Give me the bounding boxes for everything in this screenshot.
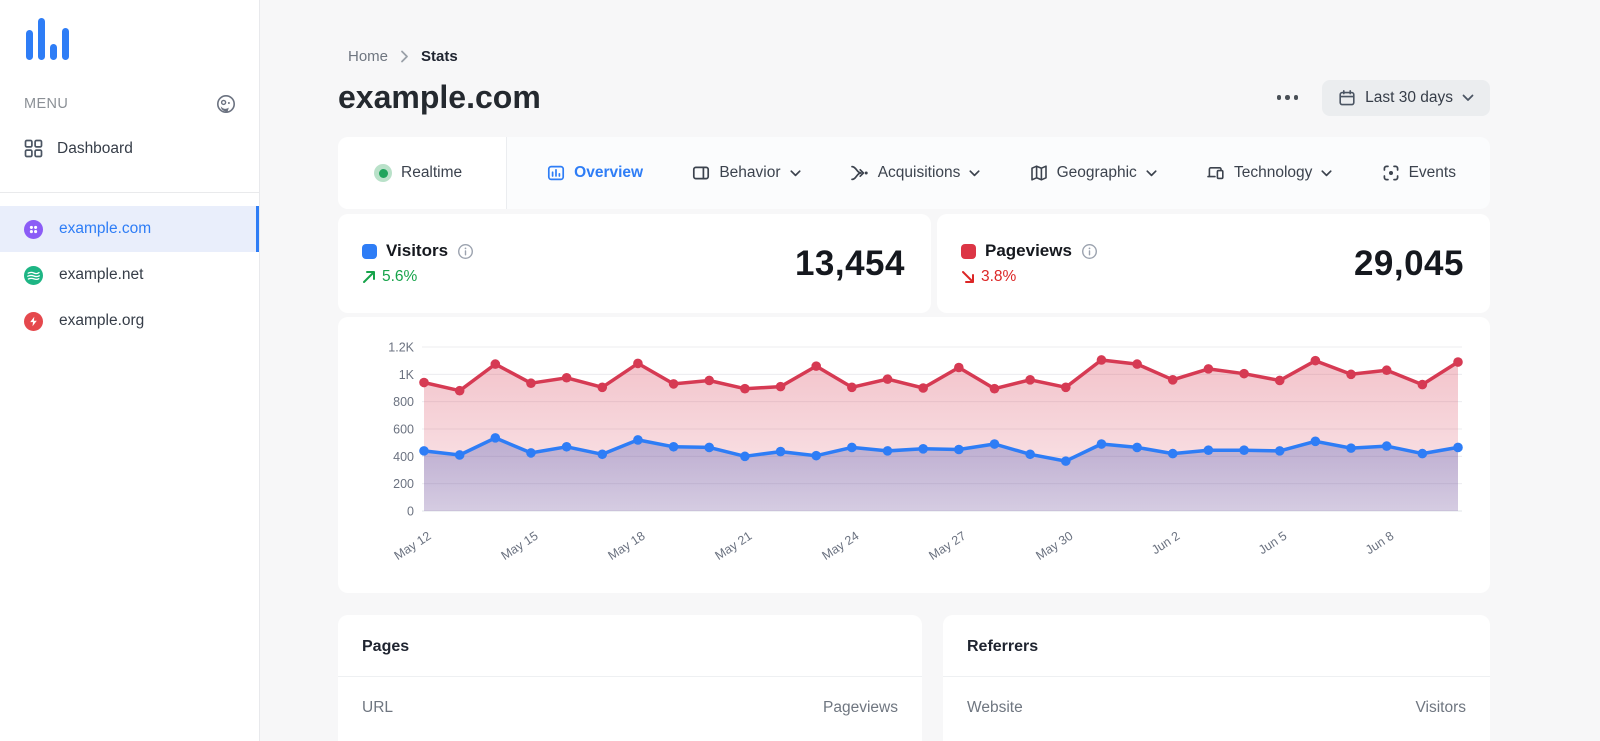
tab-label: Behavior: [719, 164, 780, 182]
tab-acquisitions[interactable]: Acquisitions: [850, 164, 981, 182]
sidebar: MENU: [0, 0, 260, 741]
svg-text:May 30: May 30: [1033, 529, 1075, 563]
svg-text:800: 800: [393, 395, 414, 409]
tab-overview[interactable]: Overview: [547, 164, 643, 182]
main-content: Home Stats example.com: [260, 0, 1600, 741]
visitors-change: 5.6%: [382, 268, 417, 286]
referrers-table-card: Referrers Website Visitors: [943, 615, 1490, 741]
svg-text:May 24: May 24: [819, 529, 861, 563]
sidebar-item-example-org[interactable]: example.org: [0, 298, 259, 344]
pages-table-card: Pages URL Pageviews: [338, 615, 922, 741]
trend-down-icon: [961, 270, 975, 284]
page-title: example.com: [338, 79, 541, 116]
chevron-down-icon: [790, 170, 801, 177]
referrers-col-website: Website: [967, 699, 1023, 717]
devices-icon: [1206, 164, 1225, 182]
tab-technology[interactable]: Technology: [1206, 164, 1332, 182]
svg-text:May 12: May 12: [392, 529, 434, 563]
date-range-label: Last 30 days: [1365, 89, 1453, 107]
map-icon: [1030, 164, 1048, 182]
app-logo: [0, 0, 259, 67]
sidebar-item-dashboard[interactable]: Dashboard: [0, 129, 259, 168]
tab-label: Realtime: [401, 164, 462, 182]
tab-behavior[interactable]: Behavior: [692, 164, 800, 182]
info-icon[interactable]: [457, 243, 474, 260]
svg-text:Jun 8: Jun 8: [1363, 529, 1396, 557]
pages-col-url: URL: [362, 699, 393, 717]
sidebar-item-label: Dashboard: [57, 140, 133, 158]
referrers-col-visitors: Visitors: [1415, 699, 1466, 717]
tab-label: Events: [1409, 164, 1456, 182]
svg-text:200: 200: [393, 477, 414, 491]
svg-text:600: 600: [393, 423, 414, 437]
svg-text:1.2K: 1.2K: [388, 341, 414, 355]
chevron-down-icon: [1321, 170, 1332, 177]
referrers-table-title: Referrers: [943, 615, 1490, 677]
more-options-button[interactable]: [1273, 87, 1303, 108]
bolt-badge-icon: [24, 312, 43, 331]
svg-text:0: 0: [407, 505, 414, 519]
pages-table-title: Pages: [338, 615, 922, 677]
visitors-value: 13,454: [795, 244, 905, 284]
grid-icon: [24, 139, 43, 158]
traffic-chart-card: 0 200 400 600 800 1K 1.2K May 12 May 15 May 18 May…: [338, 317, 1490, 593]
tab-label: Technology: [1234, 164, 1312, 182]
svg-text:May 15: May 15: [499, 529, 541, 563]
site-label: example.org: [59, 312, 144, 330]
svg-text:May 18: May 18: [606, 529, 648, 563]
calendar-icon: [1338, 89, 1356, 107]
tab-label: Acquisitions: [878, 164, 961, 182]
tab-events[interactable]: Events: [1382, 164, 1456, 182]
traffic-line-chart[interactable]: 0 200 400 600 800 1K 1.2K May 12 May 15 May 18 May…: [338, 317, 1490, 569]
visitors-label: Visitors: [386, 241, 448, 261]
scan-icon: [1382, 164, 1400, 182]
chevron-down-icon: [1146, 170, 1157, 177]
chevron-down-icon: [1462, 94, 1474, 102]
face-icon: [215, 93, 237, 115]
visitors-color-swatch: [362, 244, 377, 259]
svg-text:400: 400: [393, 450, 414, 464]
date-range-button[interactable]: Last 30 days: [1322, 80, 1490, 116]
svg-text:Jun 2: Jun 2: [1149, 529, 1182, 557]
sidebar-item-example-com[interactable]: example.com: [0, 206, 259, 252]
chevron-down-icon: [969, 170, 980, 177]
section-tabs: Realtime Overview: [338, 137, 1490, 209]
breadcrumb-current: Stats: [421, 48, 458, 65]
account-face-button[interactable]: [215, 93, 237, 115]
breadcrumb: Home Stats: [338, 48, 1490, 65]
bar-chart-icon: [547, 164, 565, 182]
sidebar-item-example-net[interactable]: example.net: [0, 252, 259, 298]
trend-up-icon: [362, 270, 376, 284]
bar-chart-logo-icon: [24, 16, 70, 62]
pageviews-label: Pageviews: [985, 241, 1072, 261]
clover-badge-icon: [24, 220, 43, 239]
waves-badge-icon: [24, 266, 43, 285]
svg-text:Jun 5: Jun 5: [1256, 529, 1289, 557]
site-label: example.net: [59, 266, 143, 284]
menu-heading: MENU: [24, 96, 68, 112]
chevron-right-icon: [400, 50, 409, 63]
pageviews-color-swatch: [961, 244, 976, 259]
app: MENU: [0, 0, 1600, 741]
tab-realtime[interactable]: Realtime: [338, 137, 507, 209]
info-icon[interactable]: [1081, 243, 1098, 260]
pages-col-pageviews: Pageviews: [823, 699, 898, 717]
breadcrumb-home-link[interactable]: Home: [348, 48, 388, 65]
realtime-pulse-icon: [374, 164, 392, 182]
pageviews-value: 29,045: [1354, 244, 1464, 284]
tab-geographic[interactable]: Geographic: [1030, 164, 1157, 182]
site-label: example.com: [59, 220, 151, 238]
svg-text:1K: 1K: [399, 368, 415, 382]
sidebar-sites-list: example.com example.net: [0, 192, 259, 344]
svg-text:May 27: May 27: [926, 529, 968, 563]
pageviews-change: 3.8%: [981, 268, 1016, 286]
visitors-stat-card: Visitors: [338, 214, 931, 313]
tab-label: Overview: [574, 164, 643, 182]
pageviews-stat-card: Pageviews: [937, 214, 1490, 313]
svg-text:May 21: May 21: [713, 529, 755, 563]
layout-icon: [692, 164, 710, 182]
tab-label: Geographic: [1057, 164, 1137, 182]
branch-icon: [850, 164, 869, 182]
